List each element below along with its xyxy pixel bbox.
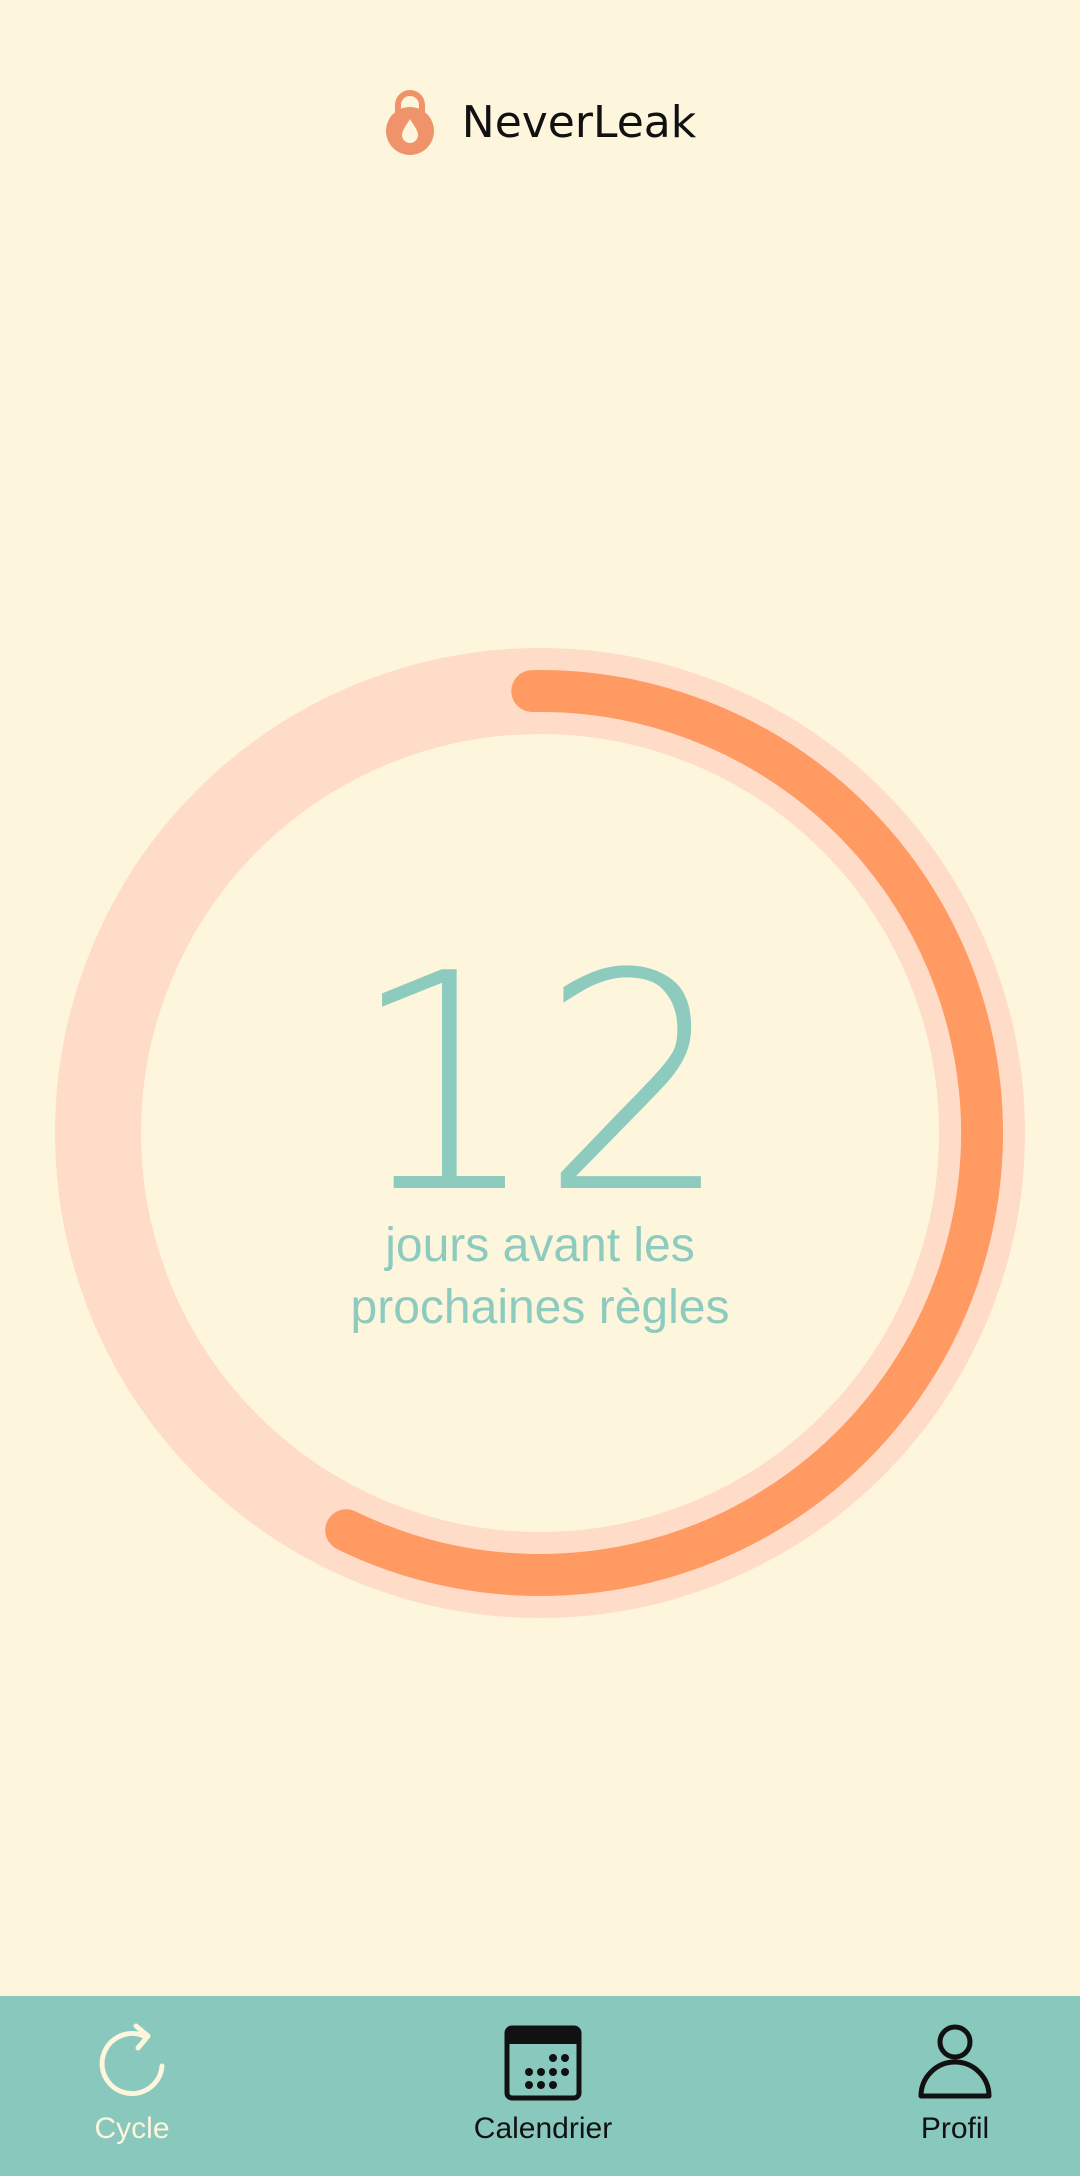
nav-label: Cycle xyxy=(94,2112,170,2145)
nav-profile[interactable]: Profil xyxy=(845,1996,1065,2176)
calendar-icon xyxy=(504,2025,582,2101)
user-icon xyxy=(918,2024,992,2099)
nav-calendar[interactable]: Calendrier xyxy=(433,1996,653,2176)
nav-label: Profil xyxy=(920,2112,990,2145)
days-remaining: 12 xyxy=(349,910,731,1259)
nav-cycle[interactable]: Cycle xyxy=(22,1996,242,2176)
cycle-progress-ring xyxy=(55,648,1025,1618)
bottom-navigation: Cycle Calendrier Profil xyxy=(0,1996,1080,2176)
caption-line-1: jours avant les xyxy=(385,1219,695,1272)
caption-line-2: prochaines règles xyxy=(350,1281,730,1334)
nav-label: Calendrier xyxy=(473,2112,613,2145)
days-caption: jours avant les prochaines règles xyxy=(0,1215,1080,1339)
refresh-icon xyxy=(99,2023,165,2097)
